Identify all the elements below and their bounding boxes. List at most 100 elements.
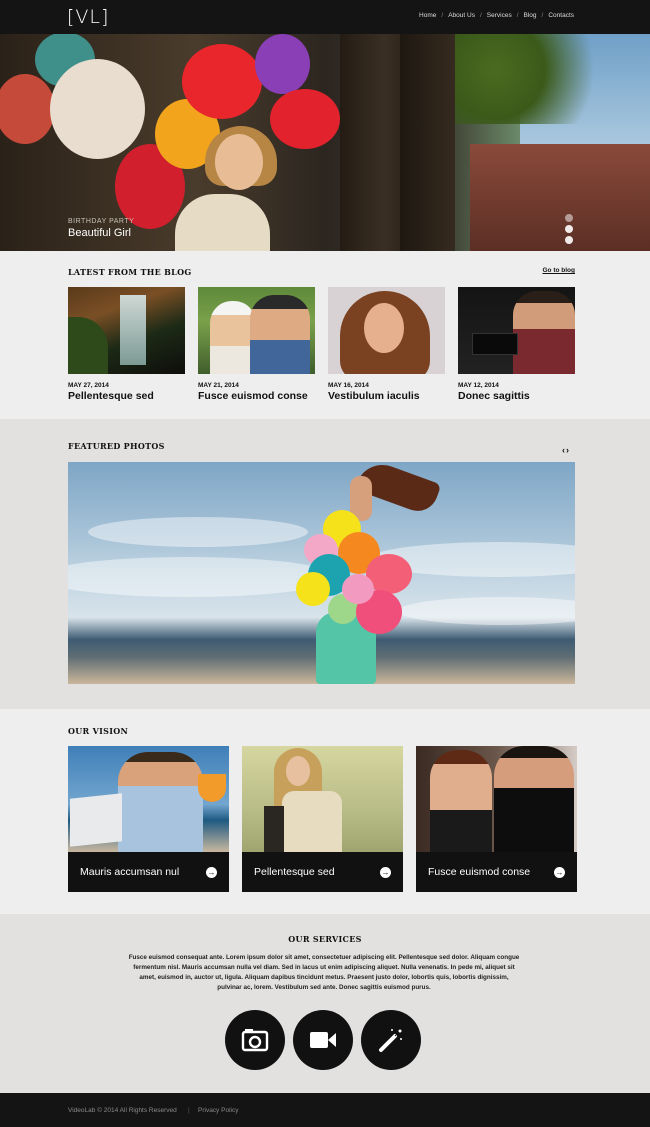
vision-card-image <box>242 746 403 852</box>
blog-section-title: LATEST FROM THE BLOG <box>68 267 192 277</box>
balloon <box>0 74 55 144</box>
nav-separator: / <box>479 12 482 19</box>
featured-section-title: FEATURED PHOTOS <box>68 441 165 451</box>
slider-dot[interactable] <box>565 236 573 244</box>
blog-post[interactable]: MAY 12, 2014 Donec sagittis <box>458 287 575 402</box>
person-cameraman <box>513 291 575 374</box>
blog-post-image[interactable] <box>198 287 315 374</box>
arrow-right-circle-icon[interactable]: → <box>206 866 217 878</box>
nav-about-us[interactable]: About Us <box>448 12 475 19</box>
foliage <box>68 317 108 374</box>
slider-dot-active[interactable] <box>565 225 573 233</box>
blog-post[interactable]: MAY 27, 2014 Pellentesque sed <box>68 287 185 402</box>
nav-blog[interactable]: Blog <box>524 12 537 19</box>
photo-service-button[interactable] <box>225 1010 285 1070</box>
nav-services[interactable]: Services <box>487 12 512 19</box>
chair <box>264 806 284 852</box>
featured-photos-section: FEATURED PHOTOS ‹ › <box>0 419 650 709</box>
blog-post[interactable]: MAY 16, 2014 Vestibulum iaculis <box>328 287 445 402</box>
privacy-policy-link[interactable]: Privacy Policy <box>198 1107 238 1114</box>
hero-girl-face <box>215 134 263 190</box>
site-footer: VideoLab © 2014 All Rights Reserved | Pr… <box>0 1093 650 1127</box>
arrow-right-circle-icon[interactable]: → <box>380 866 391 878</box>
balloon <box>182 44 262 119</box>
vision-card-image <box>68 746 229 852</box>
cloud <box>398 597 575 625</box>
blog-post-title[interactable]: Donec sagittis <box>458 390 575 402</box>
our-services-section: OUR SERVICES Fusce euismod consequat ant… <box>0 914 650 1093</box>
blog-post-date: MAY 16, 2014 <box>328 382 369 389</box>
person-man <box>250 295 310 374</box>
balloon <box>270 89 340 149</box>
balloon <box>50 59 145 159</box>
person-man <box>494 746 574 852</box>
vision-card-label: Mauris accumsan nul <box>80 866 180 878</box>
carousel-prev-arrow-icon[interactable]: ‹ <box>562 445 565 455</box>
site-header: [VL] Home / About Us / Services / Blog /… <box>0 0 650 34</box>
services-section-title: OUR SERVICES <box>288 934 362 944</box>
balloon <box>342 574 374 604</box>
hero-tree-trunk <box>400 34 455 251</box>
effects-service-button[interactable] <box>361 1010 421 1070</box>
services-description: Fusce euismod consequat ante. Lorem ipsu… <box>128 954 520 991</box>
cocktail <box>198 774 226 802</box>
blog-post-title[interactable]: Pellentesque sed <box>68 390 185 402</box>
blog-post-title[interactable]: Vestibulum iaculis <box>328 390 445 402</box>
slider-dot[interactable] <box>565 214 573 222</box>
hero-building <box>470 144 650 251</box>
vision-card[interactable]: Mauris accumsan nul → <box>68 746 229 892</box>
blog-post-title[interactable]: Fusce euismod conse <box>198 390 315 402</box>
blog-section: LATEST FROM THE BLOG Go to blog MAY 27, … <box>0 251 650 419</box>
site-logo[interactable]: [VL] <box>67 6 109 28</box>
laptop <box>70 793 122 847</box>
vision-card-list: Mauris accumsan nul → Pellentesque sed → <box>68 746 577 892</box>
waterfall <box>120 295 146 365</box>
nav-separator: / <box>516 12 519 19</box>
page: [VL] Home / About Us / Services / Blog /… <box>0 0 650 1127</box>
cloud <box>88 517 308 547</box>
person-man <box>118 752 203 852</box>
hero-foliage <box>430 34 650 124</box>
blog-post-list: MAY 27, 2014 Pellentesque sed MAY 21, 20… <box>68 287 575 402</box>
balloon <box>296 572 330 606</box>
vision-card-image <box>416 746 577 852</box>
vision-card-caption: Mauris accumsan nul → <box>68 852 229 892</box>
hero-caption-title: Beautiful Girl <box>68 227 131 239</box>
vision-section-title: OUR VISION <box>68 726 129 736</box>
footer-separator: | <box>188 1107 190 1114</box>
nav-contacts[interactable]: Contacts <box>548 12 574 19</box>
video-camera-icon <box>310 1032 336 1048</box>
video-service-button[interactable] <box>293 1010 353 1070</box>
blog-post-image[interactable] <box>458 287 575 374</box>
blog-post-image[interactable] <box>328 287 445 374</box>
person-woman <box>430 750 492 852</box>
nav-separator: / <box>441 12 444 19</box>
person-dress <box>282 791 342 852</box>
blog-post[interactable]: MAY 21, 2014 Fusce euismod conse <box>198 287 315 402</box>
vision-card[interactable]: Fusce euismod conse → <box>416 746 577 892</box>
blog-post-date: MAY 21, 2014 <box>198 382 239 389</box>
hero-slider: BIRTHDAY PARTY Beautiful Girl <box>0 34 650 251</box>
featured-carousel-controls: ‹ › <box>562 445 569 455</box>
person-face <box>286 756 310 786</box>
nav-home[interactable]: Home <box>419 12 436 19</box>
blog-post-image[interactable] <box>68 287 185 374</box>
carousel-next-arrow-icon[interactable]: › <box>566 445 569 455</box>
video-camera-prop <box>472 333 518 355</box>
hero-caption-subtitle: BIRTHDAY PARTY <box>68 218 135 225</box>
copyright-text: VideoLab © 2014 All Rights Reserved <box>68 1107 177 1114</box>
blog-post-date: MAY 27, 2014 <box>68 382 109 389</box>
main-nav: Home / About Us / Services / Blog / Cont… <box>419 12 574 19</box>
arrow-right-circle-icon[interactable]: → <box>554 866 565 878</box>
vision-card-caption: Fusce euismod conse → <box>416 852 577 892</box>
balloon <box>255 34 310 94</box>
person-face <box>364 303 404 353</box>
our-vision-section: OUR VISION Mauris accumsan nul → Pellent… <box>0 709 650 914</box>
vision-card-caption: Pellentesque sed → <box>242 852 403 892</box>
featured-photo[interactable] <box>68 462 575 684</box>
go-to-blog-link[interactable]: Go to blog <box>543 267 576 274</box>
vision-card[interactable]: Pellentesque sed → <box>242 746 403 892</box>
vision-card-label: Fusce euismod conse <box>428 866 531 878</box>
blog-post-date: MAY 12, 2014 <box>458 382 499 389</box>
nav-separator: / <box>541 12 544 19</box>
